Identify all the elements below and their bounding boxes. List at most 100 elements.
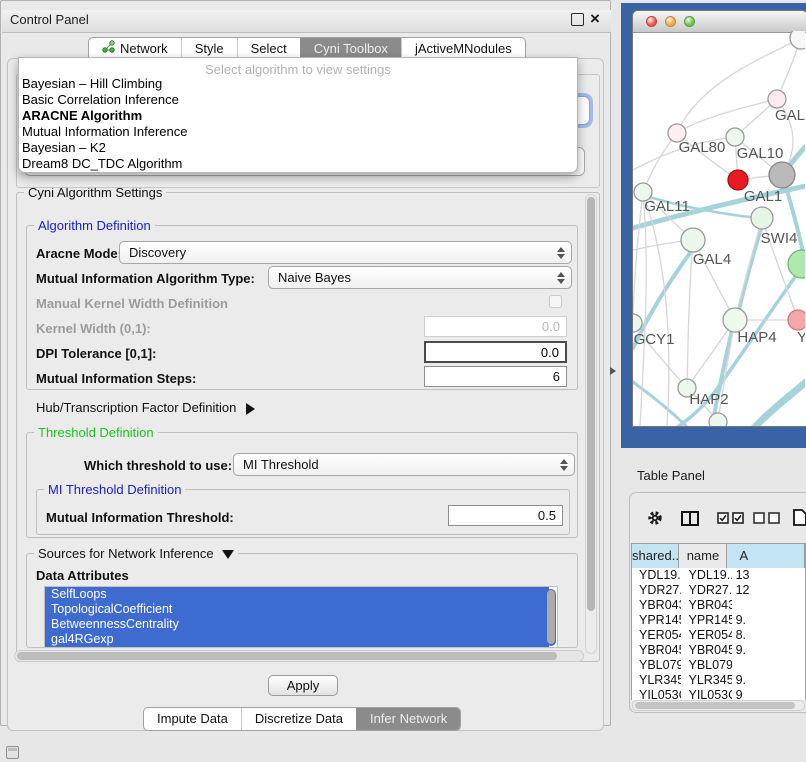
network-graph: GALGAL80GAL10GAL1GAL11SWI4GAL4GCY1HAP4YH… bbox=[633, 31, 805, 426]
mi-steps-label: Mutual Information Steps: bbox=[36, 371, 196, 386]
apply-button[interactable]: Apply bbox=[268, 675, 338, 696]
close-icon[interactable]: × bbox=[590, 8, 600, 30]
table-horizontal-scrollbar-thumb[interactable] bbox=[635, 702, 795, 709]
control-panel-titlebar bbox=[2, 10, 611, 33]
mi-algorithm-type-label: Mutual Information Algorithm Type: bbox=[36, 271, 255, 286]
column-header-a[interactable]: A bbox=[727, 544, 805, 568]
algorithm-dropdown-popup: Select algorithm to view settings Bayesi… bbox=[18, 57, 578, 173]
document-icon[interactable] bbox=[793, 509, 806, 529]
data-attributes-list[interactable]: SelfLoopsTopologicalCoefficientBetweenne… bbox=[44, 586, 558, 648]
table-row[interactable]: YER054CYER054C8. bbox=[632, 628, 805, 643]
list-vertical-scrollbar[interactable] bbox=[546, 589, 556, 646]
table-row[interactable]: YDR27...YDR27...12 bbox=[632, 583, 805, 598]
table-row[interactable]: YIL053CYIL053C9 bbox=[632, 688, 805, 700]
network-node-y[interactable] bbox=[788, 310, 805, 330]
tab-discretize-data[interactable]: Discretize Data bbox=[241, 708, 356, 730]
table-cell: 9. bbox=[732, 673, 805, 688]
manual-kernel-label: Manual Kernel Width Definition bbox=[36, 296, 228, 311]
algorithm-option-dream8-dc-tdc-algorithm[interactable]: Dream8 DC_TDC Algorithm bbox=[19, 156, 577, 172]
window-zoom-button[interactable] bbox=[684, 16, 695, 27]
algorithm-option-mutual-information-inference[interactable]: Mutual Information Inference bbox=[19, 124, 577, 140]
tab-label: Discretize Data bbox=[255, 708, 343, 730]
which-threshold-combobox[interactable]: MI Threshold bbox=[233, 453, 575, 476]
settings-vertical-scrollbar-thumb[interactable] bbox=[587, 197, 595, 611]
network-node-swi4[interactable] bbox=[751, 207, 773, 229]
bottom-tabbar: Impute Data Discretize Data Infer Network bbox=[143, 707, 461, 731]
table-row[interactable]: YBR043CYBR043C bbox=[632, 598, 805, 613]
table-cell: YIL053C bbox=[681, 688, 731, 700]
hub-definition-expander[interactable]: Hub/Transcription Factor Definition bbox=[36, 400, 255, 415]
select-all-checkboxes-icon[interactable] bbox=[717, 512, 745, 527]
table-cell: YDL19... bbox=[681, 568, 731, 583]
mi-steps-field[interactable]: 6 bbox=[424, 366, 567, 387]
float-window-icon[interactable] bbox=[571, 13, 584, 26]
settings-horizontal-scrollbar[interactable] bbox=[14, 650, 584, 662]
settings-horizontal-scrollbar-thumb[interactable] bbox=[17, 652, 557, 660]
deselect-all-checkboxes-icon[interactable] bbox=[753, 512, 781, 527]
table-row[interactable]: YBR045CYBR045C9. bbox=[632, 643, 805, 658]
network-node[interactable] bbox=[788, 250, 805, 278]
columns-icon[interactable] bbox=[681, 511, 699, 529]
combo-arrows-icon bbox=[553, 272, 569, 284]
window-close-button[interactable] bbox=[646, 16, 657, 27]
collapse-arrow-icon[interactable] bbox=[222, 550, 234, 559]
dpi-tolerance-field[interactable]: 0.0 bbox=[424, 341, 567, 363]
network-node-gal10[interactable] bbox=[726, 128, 744, 146]
network-node[interactable] bbox=[769, 162, 795, 188]
network-node-label: GAL bbox=[775, 107, 805, 124]
algorithm-option-basic-correlation-inference[interactable]: Basic Correlation Inference bbox=[19, 92, 577, 108]
combo-arrows-icon bbox=[556, 459, 572, 471]
settings-vertical-scrollbar[interactable] bbox=[585, 194, 597, 654]
algorithm-option-bayesian-hill-climbing[interactable]: Bayesian – Hill Climbing bbox=[19, 76, 577, 92]
table-cell: 13 bbox=[732, 568, 805, 583]
network-node[interactable] bbox=[790, 31, 805, 49]
manual-kernel-checkbox[interactable] bbox=[549, 295, 562, 308]
which-threshold-label: Which threshold to use: bbox=[84, 458, 232, 473]
table-row[interactable]: YLR345WYLR345W9. bbox=[632, 673, 805, 688]
tab-infer-network[interactable]: Infer Network bbox=[356, 708, 460, 730]
table-cell: YPR145W bbox=[681, 613, 731, 628]
node-table: shared...nameA YDL19...YDL19...13YDR27..… bbox=[631, 543, 806, 700]
attribute-item-betweennesscentrality[interactable]: BetweennessCentrality bbox=[45, 617, 549, 632]
table-horizontal-scrollbar[interactable] bbox=[632, 700, 805, 711]
list-vertical-scrollbar-thumb[interactable] bbox=[547, 590, 555, 644]
table-row[interactable]: YBL079WYBL079W bbox=[632, 658, 805, 673]
network-node-label: GAL80 bbox=[679, 139, 726, 156]
network-node-gal[interactable] bbox=[768, 90, 786, 108]
network-node-label: GAL10 bbox=[737, 145, 784, 162]
network-node-gal4[interactable] bbox=[681, 228, 705, 252]
table-row[interactable]: YDL19...YDL19...13 bbox=[632, 568, 805, 583]
docked-panel-icon[interactable] bbox=[6, 746, 19, 759]
tab-impute-data[interactable]: Impute Data bbox=[144, 708, 241, 730]
mi-algorithm-type-combobox[interactable]: Naive Bayes bbox=[268, 266, 572, 289]
table-cell: 12 bbox=[732, 583, 805, 598]
network-node[interactable] bbox=[709, 413, 727, 426]
table-cell: YER054C bbox=[681, 628, 731, 643]
table-cell bbox=[732, 598, 805, 613]
network-node-label: SWI4 bbox=[761, 230, 798, 247]
column-header-name[interactable]: name bbox=[679, 544, 727, 568]
algorithm-option-bayesian-k2[interactable]: Bayesian – K2 bbox=[19, 140, 577, 156]
attribute-item-topologicalcoefficient[interactable]: TopologicalCoefficient bbox=[45, 602, 549, 617]
attribute-item-gal4rgexp[interactable]: gal4RGexp bbox=[45, 632, 549, 647]
splitpane-arrow-icon[interactable] bbox=[610, 367, 616, 375]
aracne-mode-label: Aracne Mode: bbox=[36, 246, 122, 261]
network-window-titlebar[interactable] bbox=[633, 11, 806, 33]
window-minimize-button[interactable] bbox=[665, 16, 676, 27]
network-edge bbox=[633, 192, 643, 323]
kernel-width-field[interactable]: 0.0 bbox=[424, 316, 567, 337]
table-row[interactable]: YPR145WYPR145W9. bbox=[632, 613, 805, 628]
network-edge bbox=[712, 326, 733, 426]
mi-threshold-label: Mutual Information Threshold: bbox=[46, 510, 234, 525]
aracne-mode-combobox[interactable]: Discovery bbox=[119, 241, 572, 264]
network-node-gal1[interactable] bbox=[728, 170, 748, 190]
gear-icon[interactable] bbox=[647, 510, 663, 529]
table-cell: 9. bbox=[732, 643, 805, 658]
mi-threshold-field[interactable]: 0.5 bbox=[448, 505, 563, 526]
expand-arrow-icon[interactable] bbox=[246, 403, 255, 415]
column-header-shared[interactable]: shared... bbox=[632, 544, 679, 568]
algorithm-dropdown-prompt: Select algorithm to view settings bbox=[19, 58, 577, 76]
algorithm-option-aracne-algorithm[interactable]: ARACNE Algorithm bbox=[19, 108, 577, 124]
table-cell: YDR27... bbox=[681, 583, 731, 598]
attribute-item-selfloops[interactable]: SelfLoops bbox=[45, 587, 549, 602]
